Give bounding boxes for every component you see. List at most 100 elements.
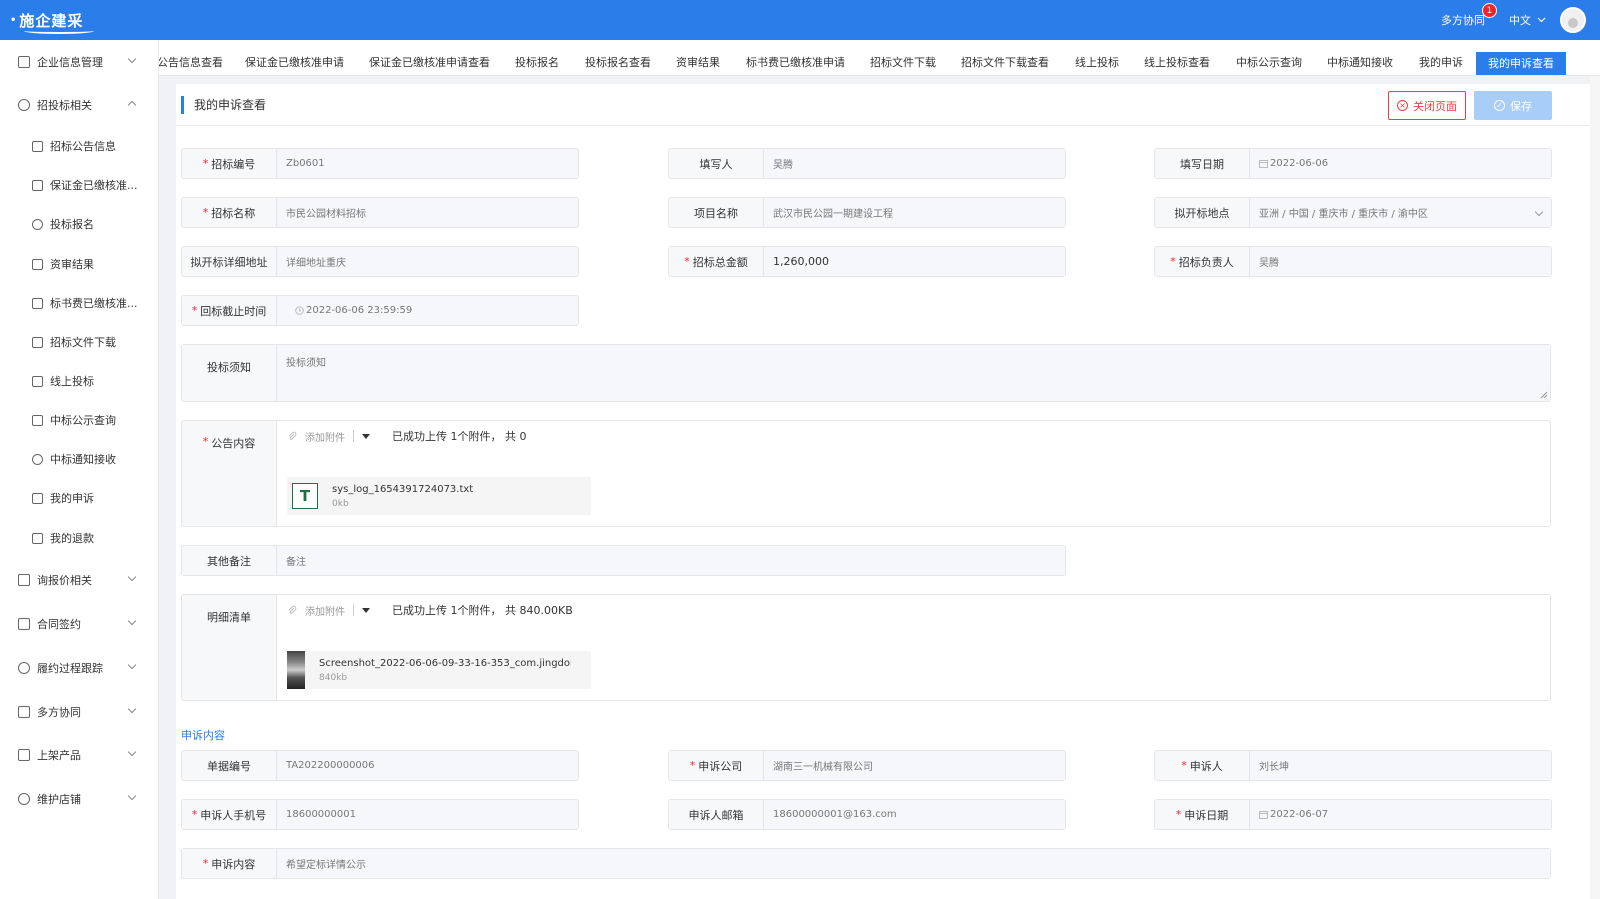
sidebar-item-label: 我的退款	[50, 532, 94, 545]
attachment-size: 0kb	[332, 498, 349, 509]
appeal-date-field: * 申诉日期 2022-06-07	[1154, 799, 1552, 830]
tab[interactable]: 招标文件下载查看	[961, 50, 1049, 75]
doc-icon	[32, 492, 43, 504]
sidebar-item-label: 招投标相关	[37, 99, 92, 112]
sidebar-item[interactable]: 中标通知接收	[0, 447, 159, 471]
tab[interactable]: 保证金已缴核准申请查看	[369, 50, 490, 75]
language-selector[interactable]: 中文	[1509, 12, 1546, 28]
chevron-down-icon	[127, 704, 137, 714]
fill-date-picker[interactable]: 2022-06-06	[1250, 149, 1551, 178]
grid-icon	[18, 749, 30, 761]
attachment-item[interactable]: T sys_log_1654391724073.txt 0kb	[287, 477, 591, 515]
tab[interactable]: 保证金已缴核准申请	[245, 50, 344, 75]
dropdown-caret-icon[interactable]	[362, 433, 370, 439]
appeal-email-value[interactable]: 18600000001@163.com	[764, 800, 1065, 829]
appeal-person-value[interactable]: 刘长坤	[1250, 751, 1551, 780]
appeal-date-picker[interactable]: 2022-06-07	[1250, 800, 1551, 829]
sidebar: 企业信息管理 招投标相关招标公告信息保证金已缴核准... 投标报名资审结果标书费已缴…	[0, 40, 159, 899]
tab[interactable]: 投标报名	[515, 50, 559, 75]
open-address-value[interactable]: 详细地址重庆	[277, 247, 578, 276]
sidebar-item[interactable]: 询报价相关	[0, 568, 159, 592]
doc-icon	[18, 574, 30, 586]
tab[interactable]: 线上投标	[1075, 50, 1119, 75]
add-attachment-button[interactable]: 添加附件	[305, 603, 345, 618]
sidebar-item[interactable]: 保证金已缴核准...	[0, 173, 159, 197]
calendar-icon	[1259, 811, 1268, 819]
dropdown-caret-icon[interactable]	[362, 607, 370, 613]
clipboard-icon	[32, 179, 43, 191]
doc-no-value[interactable]: TA202200000006	[277, 751, 578, 780]
collab-menu[interactable]: 多方协同 1	[1441, 3, 1497, 28]
tab[interactable]: 线上投标查看	[1144, 50, 1210, 75]
tab[interactable]: 资审结果	[676, 50, 720, 75]
tab[interactable]: 招标文件下载	[870, 50, 936, 75]
appeal-content-value[interactable]: 希望定标详情公示	[277, 849, 1550, 878]
remark-value[interactable]: 备注	[277, 546, 1065, 575]
close-page-button[interactable]: × 关闭页面	[1388, 91, 1466, 120]
sidebar-item[interactable]: 资审结果	[0, 252, 159, 276]
sidebar-item[interactable]: 我的退款	[0, 526, 159, 550]
save-button[interactable]: ✓ 保存	[1474, 91, 1552, 120]
attachment-name: sys_log_1654391724073.txt	[332, 483, 474, 495]
page-title: 我的申诉查看	[181, 96, 266, 114]
remark-field: 其他备注 备注	[181, 545, 1066, 576]
sidebar-item[interactable]: 维护店铺	[0, 787, 159, 811]
org-icon	[32, 336, 43, 348]
tab[interactable]: 投标报名查看	[585, 50, 651, 75]
sidebar-item[interactable]: 企业信息管理	[0, 50, 159, 74]
bid-no-value[interactable]: Zb0601	[277, 149, 578, 178]
required-mark: *	[1181, 759, 1187, 772]
avatar[interactable]	[1560, 7, 1586, 33]
sidebar-item[interactable]: 投标报名	[0, 212, 159, 236]
sidebar-item-label: 合同签约	[37, 618, 81, 631]
tab[interactable]: 中标通知接收	[1327, 50, 1393, 75]
required-mark: *	[689, 759, 696, 772]
scrollbar[interactable]	[1590, 76, 1600, 899]
grid-icon	[18, 706, 30, 718]
open-place-select[interactable]: 亚洲 / 中国 / 重庆市 / 重庆市 / 渝中区	[1250, 198, 1551, 227]
bid-name-value[interactable]: 市民公园材料招标	[277, 198, 578, 227]
sidebar-item-label: 招标公告信息	[50, 140, 116, 153]
sidebar-item[interactable]: 上架产品	[0, 743, 159, 767]
sidebar-item-label: 中标公示查询	[50, 414, 116, 427]
sidebar-item[interactable]: 标书费已缴核准...	[0, 291, 159, 315]
sidebar-item[interactable]: 招标公告信息	[0, 134, 159, 158]
tab[interactable]: 标书费已缴核准申请	[746, 50, 845, 75]
chevron-down-icon	[1537, 17, 1546, 23]
appeal-phone-value[interactable]: 18600000001	[277, 800, 578, 829]
required-mark: *	[1175, 808, 1182, 821]
sidebar-item[interactable]: 中标公示查询	[0, 408, 159, 432]
principal-value[interactable]: 吴腾	[1250, 247, 1551, 276]
announcement-field: * 公告内容 添加附件 已成功上传 1个附件， 共 0 T sys_log_165…	[181, 420, 1551, 527]
filler-value[interactable]: 吴腾	[764, 149, 1065, 178]
notice-textarea[interactable]: 投标须知	[277, 345, 1550, 401]
tab[interactable]: 我的申诉查看	[1476, 52, 1566, 75]
clock-icon	[295, 306, 304, 315]
tab[interactable]: 我的申诉	[1419, 50, 1463, 75]
resize-handle-icon[interactable]	[1540, 391, 1548, 399]
chevron-down-icon	[127, 791, 137, 801]
project-name-value[interactable]: 武汉市民公园一期建设工程	[764, 198, 1065, 227]
user-icon	[32, 218, 43, 230]
tab[interactable]: 公告信息查看	[159, 50, 223, 75]
appeal-company-value[interactable]: 湖南三一机械有限公司	[764, 751, 1065, 780]
sidebar-item-label: 我的申诉	[50, 492, 94, 505]
total-amount-value[interactable]: 1,260,000	[764, 247, 1065, 276]
chevron-down-icon	[127, 616, 137, 626]
tab-bar: 公告信息查看 保证金已缴核准申请 保证金已缴核准申请查看 投标报名 投标报名查看 资审结果…	[159, 40, 1600, 76]
attachment-item[interactable]: Screenshot_2022-06-06-09-33-16-353_com.j…	[287, 651, 591, 689]
tab[interactable]: 中标公示查询	[1236, 50, 1302, 75]
add-attachment-button[interactable]: 添加附件	[305, 429, 345, 444]
sidebar-item[interactable]: 合同签约	[0, 612, 159, 636]
sidebar-item[interactable]: 我的申诉	[0, 486, 159, 510]
bid-name-field: * 招标名称 市民公园材料招标	[181, 197, 579, 228]
sidebar-item[interactable]: 招标文件下载	[0, 330, 159, 354]
remark-label: 其他备注	[207, 554, 251, 568]
sidebar-item[interactable]: 招投标相关	[0, 93, 159, 117]
sidebar-item[interactable]: 履约过程跟踪	[0, 656, 159, 680]
deadline-picker[interactable]: 2022-06-06 23:59:59	[277, 296, 578, 325]
sidebar-item-label: 中标通知接收	[50, 453, 116, 466]
sidebar-item[interactable]: 多方协同	[0, 700, 159, 724]
sidebar-item[interactable]: 线上投标	[0, 369, 159, 393]
sidebar-item-label: 企业信息管理	[37, 56, 103, 69]
